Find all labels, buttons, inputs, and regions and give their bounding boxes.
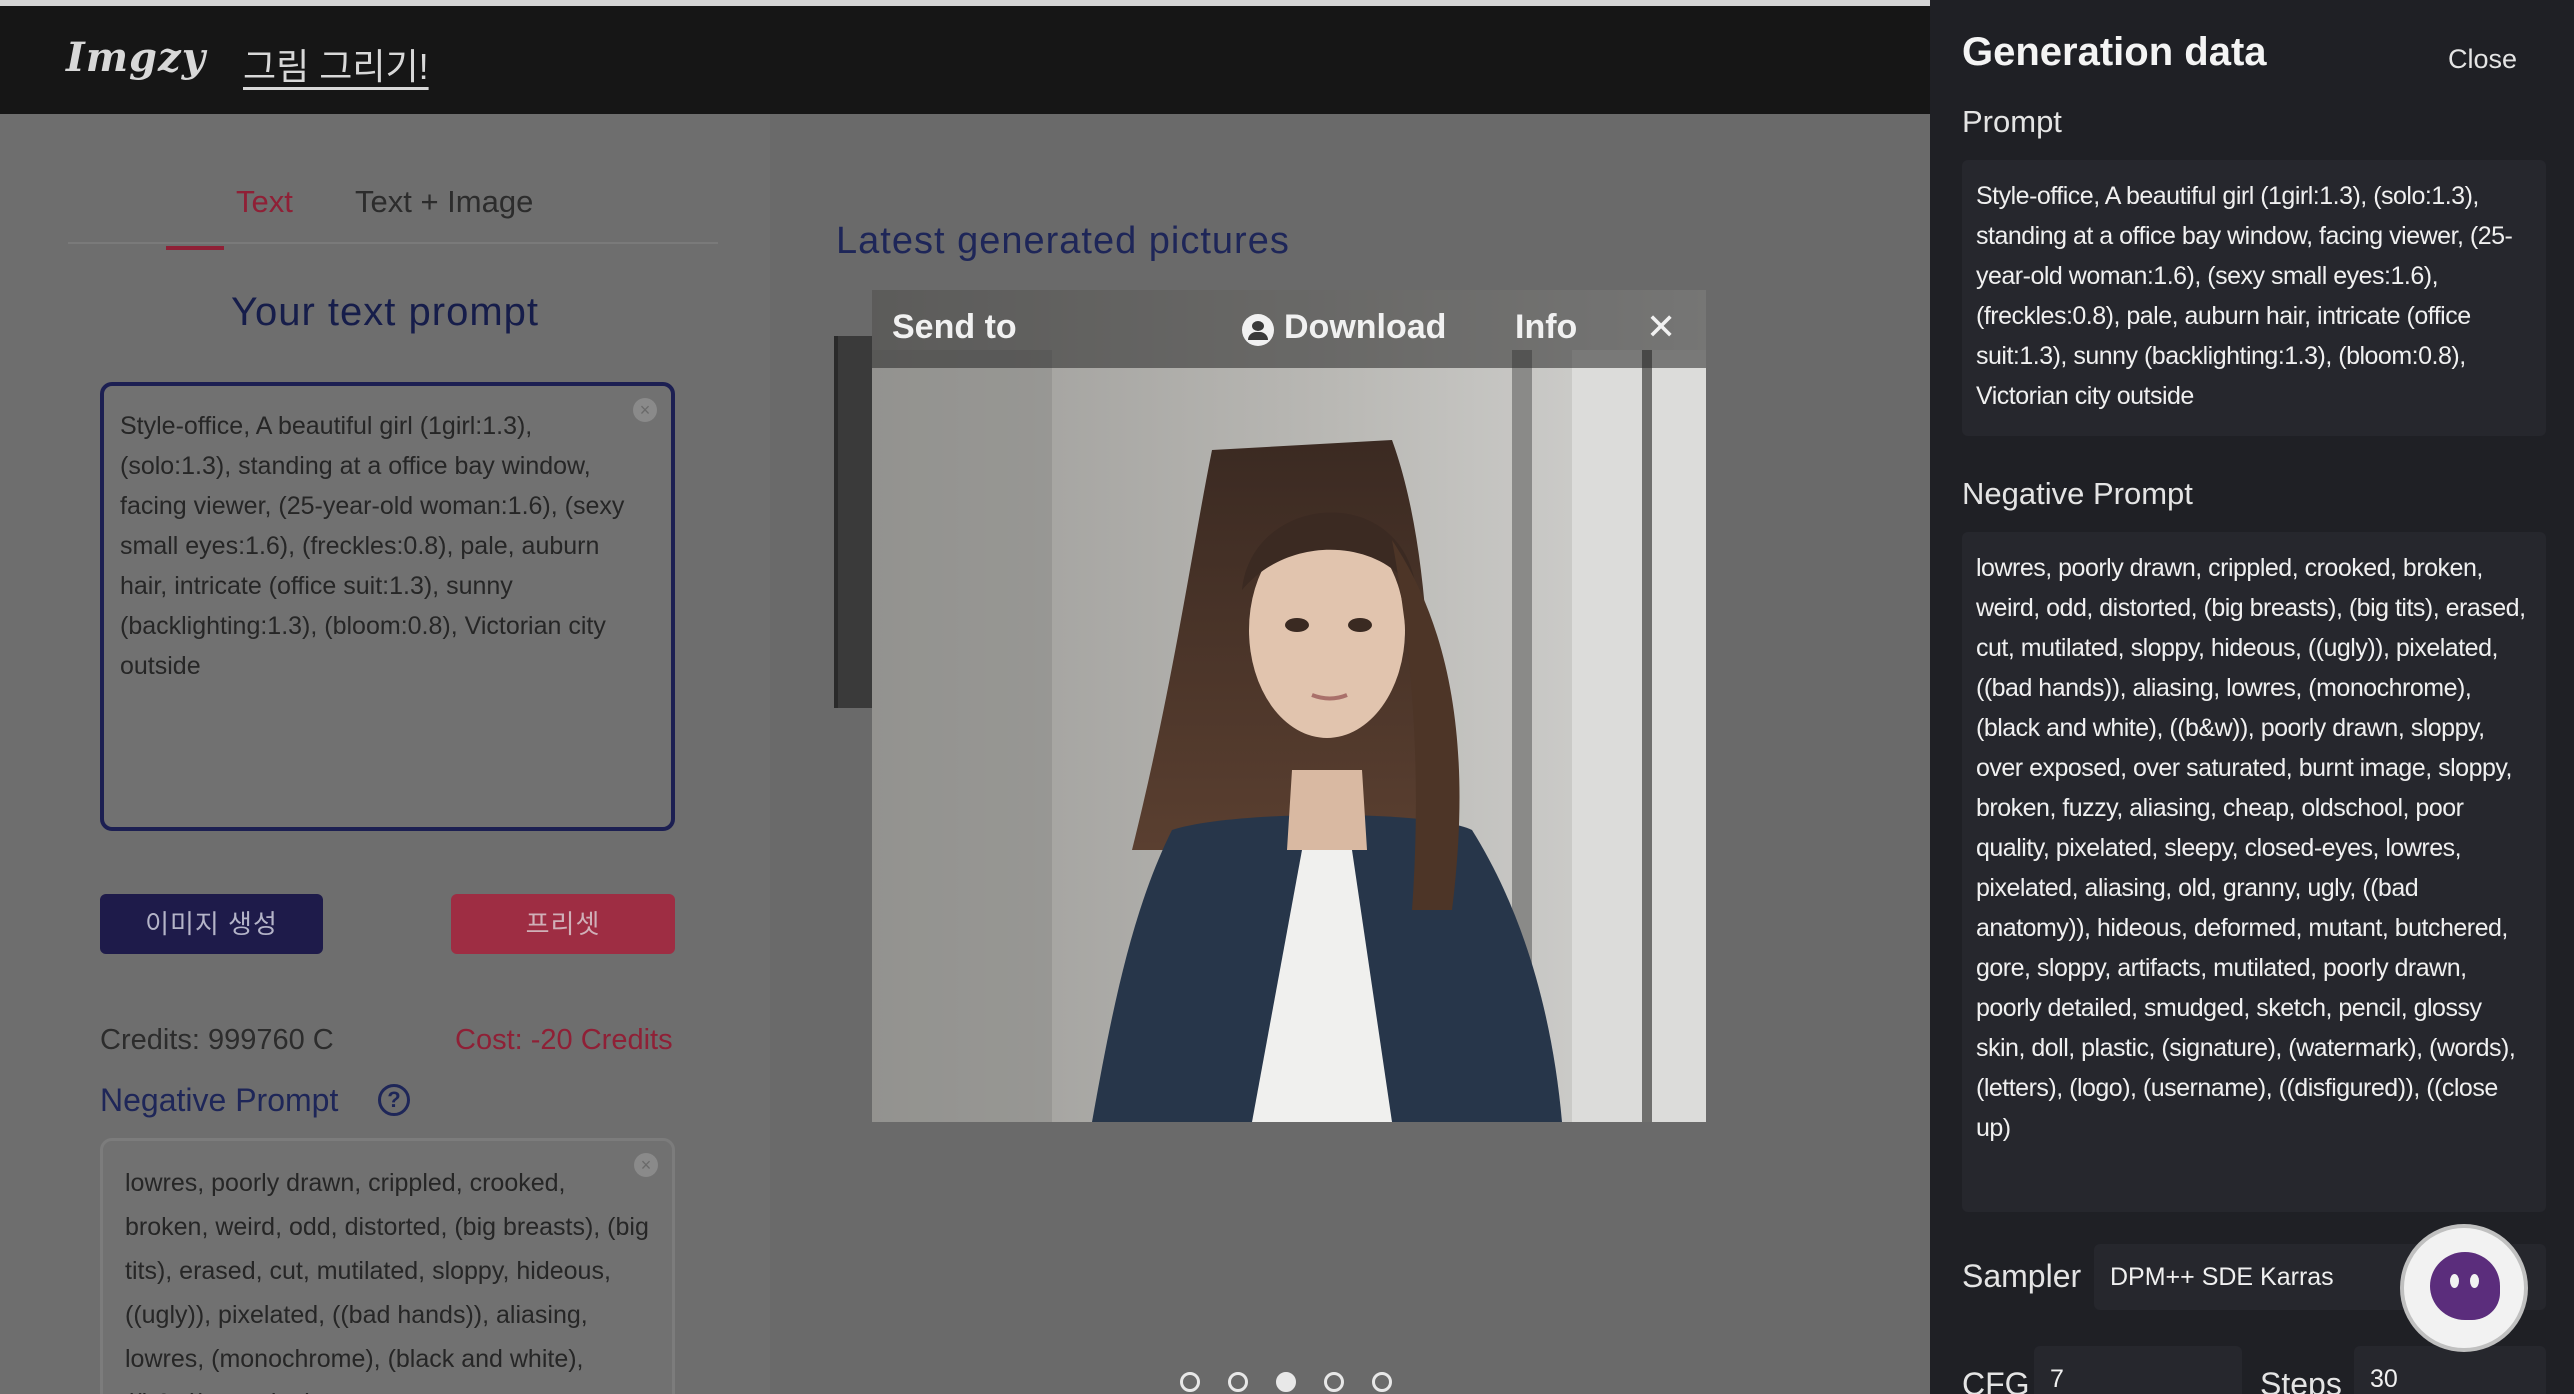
cfg-field: 7 [2034,1346,2242,1394]
clear-prompt-icon[interactable]: × [633,398,657,422]
main-area: Text Text + Image Your text prompt Style… [0,114,1930,1394]
preset-button[interactable]: 프리셋 [451,894,675,954]
viewer-toolbar: Send to Download Info ✕ [872,290,1706,368]
prompt-text: Style-office, A beautiful girl (1girl:1.… [120,412,625,680]
download-button[interactable]: Download [1284,308,1446,347]
carousel-dot-3[interactable] [1276,1372,1296,1392]
carousel-dot-5[interactable] [1372,1372,1392,1392]
generated-image[interactable] [872,290,1706,1122]
chat-ghost-icon [2430,1252,2500,1320]
steps-field: 30 [2354,1346,2546,1394]
prompt-textarea[interactable]: Style-office, A beautiful girl (1girl:1.… [100,382,675,831]
panel-title: Generation data [1962,30,2267,74]
top-navbar: Imgzy 그림 그리기! [0,0,1930,114]
chat-support-button[interactable] [2404,1228,2524,1348]
negative-prompt-label: Negative Prompt [100,1082,339,1118]
generate-image-button[interactable]: 이미지 생성 [100,894,323,954]
close-viewer-icon[interactable]: ✕ [1646,306,1676,348]
prompt-label: Prompt [1962,104,2062,139]
credits-balance: Credits: 999760 C [100,1024,334,1056]
sampler-label: Sampler [1962,1258,2082,1294]
send-to-button[interactable]: Send to [892,308,1017,347]
prompt-panel: Text Text + Image Your text prompt Style… [0,114,770,1394]
carousel-dot-2[interactable] [1228,1372,1248,1392]
mode-tabs: Text Text + Image [68,184,718,244]
gallery-title: Latest generated pictures [836,220,1290,262]
cost-label: Cost: -20 Credits [455,1024,673,1056]
help-icon[interactable]: ? [378,1084,410,1116]
image-viewer: Send to Download Info ✕ [872,290,1706,1122]
tab-text[interactable]: Text [236,184,293,220]
previous-image-thumbnail[interactable] [834,336,874,708]
section-title: Your text prompt [230,290,539,334]
negative-prompt-label: Negative Prompt [1962,476,2193,511]
negative-prompt-textarea[interactable]: lowres, poorly drawn, crippled, crooked,… [100,1138,675,1394]
nav-draw-link[interactable]: 그림 그리기! [243,38,429,90]
carousel-dot-1[interactable] [1180,1372,1200,1392]
negative-prompt-text: lowres, poorly drawn, crippled, crooked,… [125,1169,649,1394]
tab-text-image[interactable]: Text + Image [355,184,533,220]
generation-data-panel: Generation data Close Prompt Style-offic… [1930,0,2574,1394]
info-button[interactable]: Info [1515,308,1577,347]
steps-label: Steps [2260,1366,2342,1394]
carousel-dot-4[interactable] [1324,1372,1344,1392]
negative-prompt-value: lowres, poorly drawn, crippled, crooked,… [1962,532,2546,1212]
download-icon[interactable] [1242,314,1274,346]
app-logo[interactable]: Imgzy [66,34,206,81]
cfg-label: CFG [1962,1366,2030,1394]
active-tab-indicator [166,246,224,250]
close-panel-button[interactable]: Close [2448,44,2517,75]
prompt-value: Style-office, A beautiful girl (1girl:1.… [1962,160,2546,436]
clear-negative-icon[interactable]: × [634,1153,658,1177]
